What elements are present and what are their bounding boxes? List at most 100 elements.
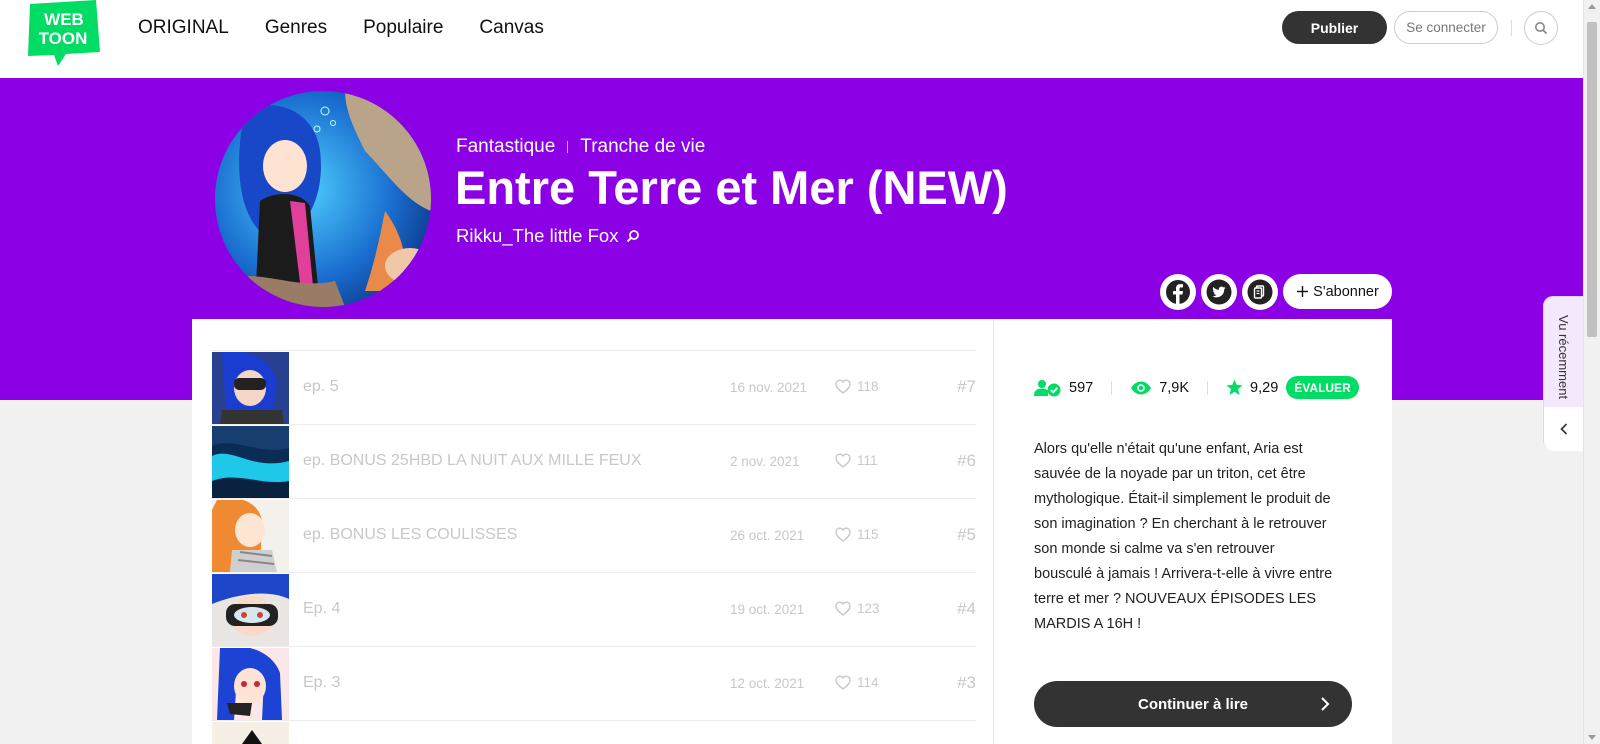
episode-date: 19 oct. 2021: [730, 602, 805, 617]
episode-likes: 111: [835, 453, 878, 468]
top-navigation-bar: WEB TOON ORIGINAL Genres Populaire Canva…: [0, 0, 1583, 78]
chevron-right-icon: [1321, 697, 1330, 711]
main-nav: ORIGINAL Genres Populaire Canvas: [138, 17, 544, 39]
episode-title: ep. BONUS 25HBD LA NUIT AUX MILLE FEUX: [303, 452, 642, 469]
subscriber-count: 597: [1069, 379, 1094, 396]
stat-divider: [1111, 380, 1113, 395]
page: WEB TOON ORIGINAL Genres Populaire Canva…: [0, 0, 1600, 744]
episode-thumbnail: [212, 352, 289, 424]
page-scrollbar[interactable]: [1583, 0, 1600, 744]
subscribe-label: S'abonner: [1313, 283, 1379, 300]
likes-count: 111: [857, 453, 878, 468]
header-divider: [1511, 20, 1512, 36]
episode-number: #5: [957, 525, 976, 544]
genre-tranche-de-vie[interactable]: Tranche de vie: [580, 136, 705, 158]
copy-link-button[interactable]: [1242, 274, 1278, 310]
episode-thumbnail: [212, 722, 289, 744]
episode-thumbnail: [212, 648, 289, 720]
episode-date: 16 nov. 2021: [730, 380, 808, 395]
rating-value: 9,29: [1250, 379, 1279, 396]
episode-row[interactable]: Ep. 4 19 oct. 2021 123 #4: [211, 572, 976, 646]
views-stat: 7,9K: [1130, 380, 1189, 396]
episode-thumbnail: [212, 500, 289, 572]
episode-list: ep. 5 16 nov. 2021 118 #7 ep. BONUS 25HB…: [211, 350, 976, 744]
series-author[interactable]: Rikku_The little Fox: [456, 225, 640, 247]
episode-row[interactable]: ep. 5 16 nov. 2021 118 #7: [211, 350, 976, 424]
genre-fantastique[interactable]: Fantastique: [456, 136, 555, 158]
heart-icon: [835, 453, 851, 468]
subscriber-stat: 597: [1034, 379, 1093, 397]
rate-button[interactable]: ÉVALUER: [1286, 376, 1359, 399]
episode-title: ep. BONUS LES COULISSES: [303, 526, 518, 543]
views-count: 7,9K: [1159, 379, 1190, 396]
nav-genres[interactable]: Genres: [265, 17, 327, 39]
heart-icon: [835, 527, 851, 542]
episode-number: #4: [957, 599, 976, 618]
logo-text-web: WEB: [44, 10, 84, 29]
episode-row[interactable]: ep. BONUS LES COULISSES 26 oct. 2021 115…: [211, 498, 976, 572]
copy-link-icon: [1247, 279, 1273, 305]
episode-row-partial[interactable]: [211, 720, 976, 744]
heart-icon: [835, 601, 851, 616]
eye-icon: [1131, 381, 1152, 394]
continue-reading-label: Continuer à lire: [1137, 695, 1249, 713]
episode-title: ep. 5: [303, 378, 339, 395]
subscribers-icon: [1034, 379, 1061, 396]
share-twitter-button[interactable]: [1201, 274, 1237, 310]
logo-text-toon: TOON: [39, 29, 88, 48]
episode-likes: 115: [835, 527, 879, 542]
episode-row[interactable]: Ep. 3 12 oct. 2021 114 #3: [211, 646, 976, 720]
subscribe-button[interactable]: S'abonner: [1283, 274, 1392, 309]
episode-row[interactable]: ep. BONUS 25HBD LA NUIT AUX MILLE FEUX 2…: [211, 424, 976, 498]
author-name[interactable]: Rikku_The little Fox: [456, 225, 618, 247]
likes-count: 114: [857, 675, 879, 690]
episode-date: 2 nov. 2021: [730, 454, 800, 469]
login-button[interactable]: Se connecter: [1394, 11, 1498, 44]
scroll-down-arrow[interactable]: [1588, 735, 1596, 740]
heart-icon: [835, 675, 851, 690]
panel-column-divider: [993, 319, 994, 744]
episode-likes: 118: [835, 379, 879, 394]
recently-viewed-tab[interactable]: Vu récemment: [1543, 296, 1584, 451]
episode-likes: 123: [835, 601, 880, 616]
recently-viewed-label: Vu récemment: [1556, 315, 1571, 400]
episode-date: 12 oct. 2021: [730, 676, 805, 691]
episode-title: Ep. 4: [303, 600, 341, 617]
star-icon: [1226, 379, 1243, 395]
facebook-icon: [1166, 280, 1190, 305]
plus-icon: [1297, 286, 1309, 297]
episode-number: #7: [957, 377, 976, 396]
episode-number: #3: [957, 673, 976, 692]
webtoon-logo[interactable]: WEB TOON: [24, 0, 102, 66]
rating-stat: 9,29: [1226, 379, 1278, 396]
nav-canvas[interactable]: Canvas: [479, 17, 543, 39]
genre-separator: [567, 141, 569, 153]
author-search-icon[interactable]: [626, 229, 640, 243]
recently-viewed-toggle[interactable]: [1544, 407, 1584, 451]
publish-button[interactable]: Publier: [1282, 11, 1387, 44]
search-button[interactable]: [1524, 11, 1558, 45]
series-genres: Fantastique Tranche de vie: [456, 136, 705, 158]
series-cover-image: [215, 91, 431, 307]
likes-count: 123: [857, 601, 880, 616]
heart-icon: [835, 379, 851, 394]
episode-thumbnail: [212, 426, 289, 498]
series-title: Entre Terre et Mer (NEW): [455, 161, 1008, 214]
scroll-up-arrow[interactable]: [1588, 4, 1596, 9]
nav-populaire[interactable]: Populaire: [363, 17, 443, 39]
series-stats: 597 7,9K 9,29 ÉVALUER: [1034, 376, 1359, 399]
stat-divider: [1207, 380, 1209, 395]
search-icon: [1535, 22, 1548, 35]
twitter-icon: [1206, 279, 1232, 305]
scrollbar-thumb[interactable]: [1587, 22, 1597, 337]
share-facebook-button[interactable]: [1160, 274, 1196, 310]
likes-count: 115: [857, 527, 879, 542]
episode-date: 26 oct. 2021: [730, 528, 805, 543]
likes-count: 118: [857, 379, 879, 394]
episode-title: Ep. 3: [303, 674, 341, 691]
episode-thumbnail: [212, 574, 289, 646]
series-summary: Alors qu'elle n'était qu'une enfant, Ari…: [1034, 441, 1333, 632]
chevron-left-icon: [1560, 423, 1568, 435]
nav-original[interactable]: ORIGINAL: [138, 17, 229, 39]
continue-reading-button[interactable]: Continuer à lire: [1034, 681, 1352, 727]
